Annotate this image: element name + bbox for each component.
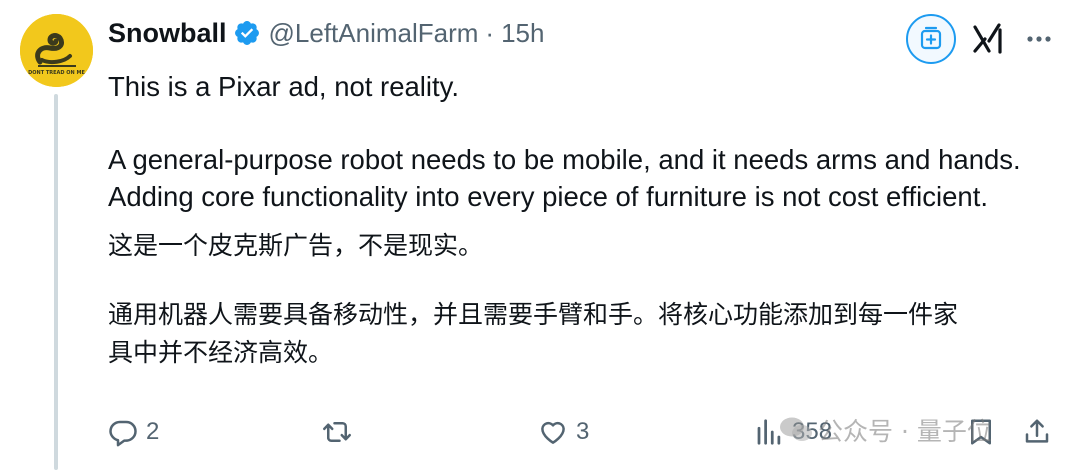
translation-paragraph: 这是一个皮克斯广告，不是现实。 bbox=[108, 231, 484, 260]
tweet-header: Snowball @LeftAnimalFarm · 15h bbox=[108, 14, 544, 52]
reply-count: 2 bbox=[146, 418, 160, 445]
avatar[interactable]: DONT TREAD ON ME bbox=[20, 14, 93, 87]
reply-icon bbox=[109, 420, 137, 447]
grok-icon bbox=[920, 26, 942, 50]
xai-icon[interactable] bbox=[972, 22, 1006, 56]
translation-paragraph: 通用机器人需要具备移动性，并且需要手臂和手。将核心功能添加到每一件家 具中并不经… bbox=[108, 300, 959, 367]
wechat-watermark: 公众号 · 量子位 bbox=[778, 410, 992, 450]
wechat-icon bbox=[780, 417, 812, 441]
like-button[interactable]: 3 bbox=[538, 414, 589, 450]
retweet-icon bbox=[323, 422, 351, 442]
tweet-timestamp[interactable]: 15h bbox=[501, 18, 544, 49]
author-name[interactable]: Snowball bbox=[108, 18, 227, 49]
thread-line bbox=[54, 94, 58, 470]
like-icon bbox=[541, 421, 565, 444]
retweet-button[interactable] bbox=[322, 414, 360, 450]
gadsden-flag-image: DONT TREAD ON ME bbox=[20, 14, 93, 87]
header-separator: · bbox=[485, 17, 495, 48]
watermark-text: 公众号 · 量子位 bbox=[818, 417, 992, 446]
grok-button[interactable] bbox=[906, 14, 956, 64]
like-count: 3 bbox=[576, 418, 590, 445]
tweet-paragraph: A general-purpose robot needs to be mobi… bbox=[108, 144, 1021, 212]
tweet-paragraph: This is a Pixar ad, not reality. bbox=[108, 71, 460, 102]
reply-button[interactable]: 2 bbox=[108, 414, 159, 450]
avatar-caption: DONT TREAD ON ME bbox=[28, 70, 85, 76]
verified-badge-icon bbox=[234, 21, 259, 45]
author-handle[interactable]: @LeftAnimalFarm bbox=[269, 18, 479, 49]
more-icon[interactable] bbox=[1024, 24, 1054, 54]
share-icon bbox=[1025, 419, 1049, 443]
tweet-body: This is a Pixar ad, not reality. A gener… bbox=[108, 68, 1058, 372]
share-button[interactable] bbox=[1022, 414, 1052, 450]
